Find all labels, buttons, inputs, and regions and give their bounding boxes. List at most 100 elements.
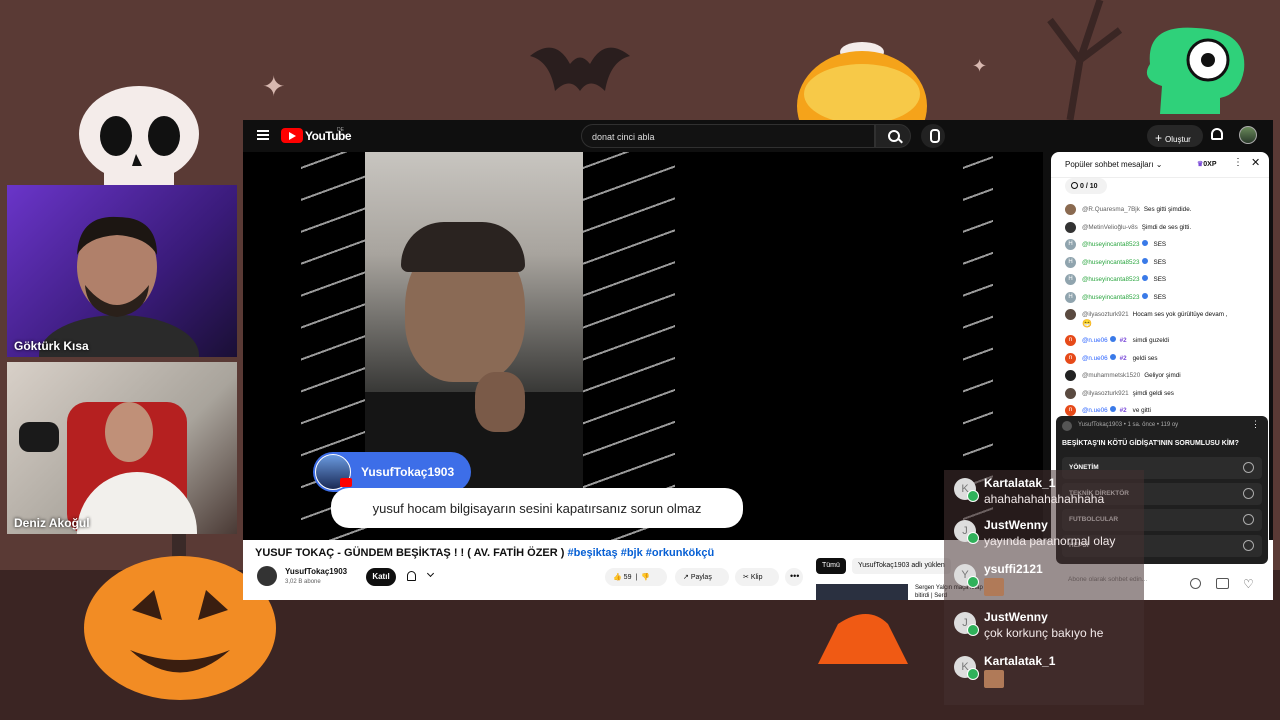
member-badge: #2 (1119, 337, 1127, 344)
tab-all[interactable]: Tümü (816, 558, 846, 574)
chat-author-avatar[interactable] (1065, 309, 1076, 320)
chat-author-avatar[interactable] (1065, 221, 1076, 233)
chat-author-name[interactable]: @huseyincanta8523 (1082, 276, 1140, 283)
stream-chat-username: JustWenny (984, 610, 1048, 624)
target-icon (1071, 182, 1078, 189)
voice-search-mic-icon[interactable] (921, 124, 945, 148)
tab-channel-uploads[interactable]: YusufTokaç1903 adlı yüklen (852, 558, 951, 574)
heart-icon[interactable]: ♡ (1243, 577, 1254, 591)
chat-author-name[interactable]: @MetinVelioğlu-v8s (1082, 224, 1138, 231)
like-count: 59 (623, 574, 632, 581)
plus-icon: + (1155, 131, 1163, 145)
recommended-video-thumbnail[interactable] (816, 584, 908, 600)
grin-emoji-icon: 😁 (1082, 319, 1092, 328)
chat-author-name[interactable]: @n.ue06 (1082, 337, 1108, 344)
create-button[interactable]: + Oluştur (1147, 125, 1203, 147)
witch-hat-decoration (818, 614, 908, 664)
xp-indicator[interactable]: ♛0XP (1197, 160, 1217, 168)
chat-goal-pill[interactable]: 0 / 10 (1065, 178, 1107, 194)
chat-author-name[interactable]: @n.ue06 (1082, 407, 1108, 414)
emote-image (984, 670, 1004, 688)
poll-header: YusufTokaç1903 • 1 sa. önce • 119 oy (1078, 422, 1179, 428)
star-decoration: ✦ (262, 70, 286, 103)
chat-author-name[interactable]: @huseyincanta8523 (1082, 294, 1140, 301)
stream-chat-text: ahahahahahahahhaha (984, 492, 1105, 506)
chat-menu-icon[interactable]: ⋮ (1233, 157, 1243, 168)
chat-author-name[interactable]: @ilyasozturk921 (1082, 390, 1129, 397)
video-title-text: YUSUF TOKAÇ - GÜNDEM BEŞİKTAŞ ! ! ( AV. … (255, 547, 565, 559)
emoji-icon[interactable] (1190, 578, 1201, 589)
chat-author-name[interactable]: @ilyasozturk921 (1082, 311, 1129, 318)
poll-menu-icon[interactable]: ⋮ (1251, 419, 1260, 430)
search-input[interactable]: donat cinci abla (581, 124, 875, 148)
subscription-bell-icon[interactable] (407, 571, 416, 581)
goal-value: 0 / 10 (1080, 183, 1098, 190)
chat-message: H @huseyincanta8523 SES (1065, 291, 1265, 310)
chevron-down-icon[interactable] (426, 569, 435, 578)
chat-author-avatar[interactable]: n (1065, 335, 1076, 346)
chat-mode-label: Popüler sohbet mesajları (1065, 160, 1154, 169)
chat-message-text: SES (1153, 276, 1167, 283)
chat-author-avatar[interactable] (1065, 387, 1076, 399)
chat-message-text: geldi ses (1132, 354, 1158, 362)
youtube-topbar: YouTube DE donat cinci abla + Oluştur (243, 120, 1273, 152)
join-button[interactable]: Katıl (366, 568, 396, 586)
verified-badge-icon (1141, 275, 1148, 281)
chat-author-name[interactable]: @R.Quaresma_7Bjk (1082, 206, 1140, 213)
chat-message-body: @huseyincanta8523 SES (1082, 292, 1167, 302)
chat-message-body: @huseyincanta8523 SES (1082, 257, 1166, 267)
clip-label: Klip (750, 574, 763, 581)
chat-message-list: @R.Quaresma_7Bjk Ses gitti şimdide. @Metin… (1065, 204, 1265, 423)
chat-author-avatar[interactable] (1065, 204, 1076, 215)
hamburger-menu-icon[interactable] (257, 130, 269, 140)
more-options-button[interactable]: ••• (785, 568, 803, 586)
youtube-brand-text[interactable]: YouTube (305, 129, 352, 143)
search-button[interactable] (875, 124, 911, 148)
video-title: YUSUF TOKAÇ - GÜNDEM BEŞİKTAŞ ! ! ( AV. … (255, 547, 714, 559)
youtube-logo-icon[interactable] (281, 128, 303, 143)
share-button[interactable]: ↗ Paylaş (675, 568, 729, 586)
close-icon[interactable]: ✕ (1251, 156, 1260, 169)
clip-button[interactable]: ✂ Klip (735, 568, 779, 586)
chat-message: @R.Quaresma_7Bjk Ses gitti şimdide. (1065, 204, 1265, 222)
chat-message-text: Şimdi de ses gitti. (1141, 223, 1192, 231)
chat-message-body: @huseyincanta8523 SES (1082, 240, 1166, 249)
webcam-deniz: Deniz Akoğul (7, 362, 237, 534)
caption-message: yusuf hocam bilgisayarın sesini kapatırs… (331, 488, 743, 528)
user-avatar[interactable] (1239, 126, 1257, 144)
chat-author-avatar[interactable]: H (1065, 239, 1076, 250)
chat-author-name[interactable]: @huseyincanta8523 (1082, 241, 1140, 248)
chat-message-body: @R.Quaresma_7Bjk Ses gitti şimdide. (1082, 205, 1191, 214)
channel-name[interactable]: YusufTokaç1903 (285, 567, 347, 576)
chat-author-avatar[interactable]: n (1065, 405, 1076, 416)
like-button[interactable]: 👍 59 | 👎 (605, 568, 667, 586)
stream-chat-username: Kartalatak_1 (984, 654, 1056, 668)
subscriber-count: 3,02 B abone (285, 579, 321, 585)
chat-author-avatar[interactable]: n (1065, 352, 1076, 364)
chat-author-name[interactable]: @huseyincanta8523 (1082, 259, 1140, 266)
region-code: DE (337, 127, 344, 133)
chat-author-avatar[interactable]: H (1065, 274, 1076, 285)
video-player[interactable]: YusufTokaç1903 yusuf hocam bilgisayarın … (243, 152, 1043, 540)
chat-message-text: SES (1153, 293, 1167, 301)
chat-message-text: SES (1153, 241, 1167, 248)
notifications-bell-icon[interactable] (1211, 128, 1223, 140)
chat-mode-dropdown[interactable]: Popüler sohbet mesajları ⌄ (1065, 160, 1162, 169)
chat-author-name[interactable]: @n.ue06 (1082, 355, 1108, 362)
chat-author-avatar[interactable] (1065, 370, 1076, 381)
chat-author-avatar[interactable]: H (1065, 291, 1076, 303)
super-chat-icon[interactable] (1216, 578, 1229, 589)
chat-author-name[interactable]: @muhammetsk1520 (1082, 372, 1140, 379)
verified-badge-icon (1141, 292, 1148, 299)
chat-message-body: @huseyincanta8523 SES (1082, 275, 1166, 284)
channel-avatar[interactable] (257, 566, 277, 586)
chat-message-text: Geliyor şimdi (1144, 372, 1181, 379)
video-hashtags[interactable]: #beşiktaş #bjk #orkunkökçü (568, 547, 715, 559)
stream-chat-avatar: Y (954, 564, 979, 588)
video-feed (365, 152, 583, 492)
stream-chat-avatar: J (954, 520, 979, 544)
chat-author-avatar[interactable]: H (1065, 256, 1076, 268)
verified-badge-icon (1141, 257, 1148, 264)
chat-message-body: @ilyasozturk921 şimdi geldi ses (1082, 389, 1174, 398)
chat-message-text: simdi guzeldi (1132, 337, 1170, 344)
